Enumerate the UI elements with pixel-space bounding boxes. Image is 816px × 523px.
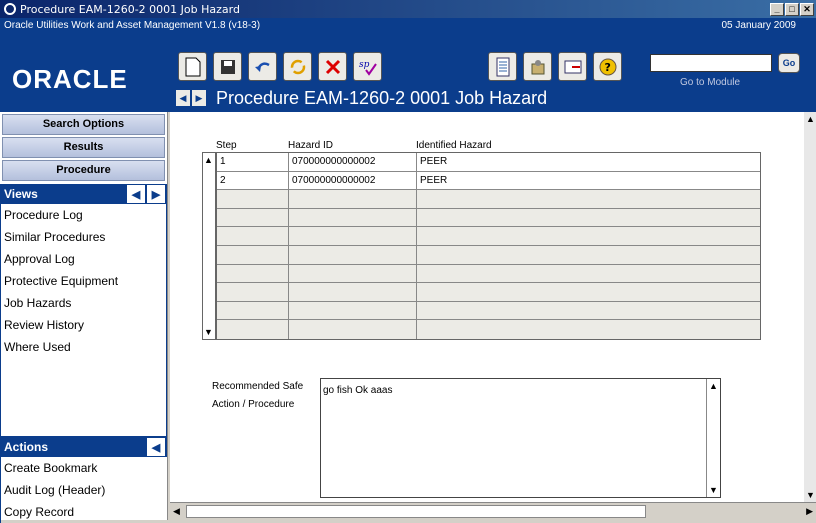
tools-icon[interactable] bbox=[523, 52, 552, 81]
actions-list: Create Bookmark Audit Log (Header) Copy … bbox=[0, 457, 167, 523]
table-row[interactable]: 2 070000000000002 PEER bbox=[217, 171, 760, 191]
page-title: Procedure EAM-1260-2 0001 Job Hazard bbox=[216, 88, 548, 108]
empty-row[interactable] bbox=[217, 190, 760, 209]
help-icon[interactable]: ? bbox=[593, 52, 622, 81]
scroll-down-icon[interactable]: ▼ bbox=[806, 490, 815, 500]
delete-icon[interactable] bbox=[318, 52, 347, 81]
main-vertical-scrollbar[interactable]: ▲ ▼ bbox=[804, 112, 816, 502]
grid-scrollbar[interactable]: ▲ ▼ bbox=[202, 152, 216, 340]
report-icon[interactable] bbox=[488, 52, 517, 81]
goto-module-input[interactable] bbox=[650, 54, 772, 72]
scroll-down-icon[interactable]: ▼ bbox=[204, 327, 213, 337]
view-approval-log[interactable]: Approval Log bbox=[1, 248, 166, 270]
empty-row[interactable] bbox=[217, 245, 760, 265]
hazard-id-cell[interactable]: 070000000000002 bbox=[289, 153, 417, 171]
table-row[interactable]: 1 070000000000002 PEER bbox=[217, 153, 760, 172]
action-create-bookmark[interactable]: Create Bookmark bbox=[1, 457, 167, 479]
views-label: Views bbox=[4, 187, 38, 201]
view-review-history[interactable]: Review History bbox=[1, 314, 166, 336]
identified-hazard-cell[interactable]: PEER bbox=[417, 153, 760, 171]
view-similar-procedures[interactable]: Similar Procedures bbox=[1, 226, 166, 248]
empty-row[interactable] bbox=[217, 208, 760, 228]
app-icon bbox=[4, 3, 16, 15]
next-record-icon[interactable]: ▶ bbox=[192, 90, 206, 106]
step-cell[interactable]: 2 bbox=[217, 171, 289, 190]
empty-row[interactable] bbox=[217, 283, 760, 302]
collapse-actions-icon[interactable]: ◀ bbox=[147, 438, 165, 456]
search-options-button[interactable]: Search Options bbox=[2, 114, 165, 135]
col-header-step: Step bbox=[216, 140, 237, 151]
scroll-up-icon[interactable]: ▲ bbox=[806, 114, 815, 124]
window-titlebar: Procedure EAM-1260-2 0001 Job Hazard _ □… bbox=[0, 0, 816, 18]
views-prev-icon[interactable]: ◀ bbox=[127, 185, 145, 203]
views-header: Views ◀ ▶ bbox=[0, 184, 167, 204]
view-procedure-log[interactable]: Procedure Log bbox=[1, 204, 166, 226]
actions-header: Actions ◀ bbox=[0, 437, 167, 457]
recommended-action-label: Recommended Safe Action / Procedure bbox=[212, 381, 304, 410]
scroll-right-icon[interactable]: ▶ bbox=[806, 506, 813, 517]
recommended-action-textarea[interactable]: go fish Ok aaas ▲ ▼ bbox=[320, 378, 721, 498]
hazard-id-cell[interactable]: 070000000000002 bbox=[289, 171, 417, 190]
results-button[interactable]: Results bbox=[2, 137, 165, 158]
empty-row[interactable] bbox=[217, 264, 760, 284]
step-cell[interactable]: 1 bbox=[217, 153, 289, 171]
go-button[interactable]: Go bbox=[778, 53, 800, 73]
views-list: Procedure Log Similar Procedures Approva… bbox=[0, 204, 167, 437]
action-audit-log[interactable]: Audit Log (Header) bbox=[1, 479, 167, 501]
hazard-grid: 1 070000000000002 PEER 2 070000000000002… bbox=[216, 152, 761, 340]
maximize-button[interactable]: □ bbox=[785, 2, 799, 16]
save-icon[interactable] bbox=[213, 52, 242, 81]
svg-text:sp: sp bbox=[359, 60, 370, 70]
minimize-button[interactable]: _ bbox=[770, 2, 784, 16]
col-header-identified-hazard: Identified Hazard bbox=[416, 140, 492, 151]
empty-row[interactable] bbox=[217, 227, 760, 246]
header: ORACLE sp ? Go Go to Module ◀ ▶ Procedur… bbox=[0, 44, 816, 112]
identified-hazard-cell[interactable]: PEER bbox=[417, 172, 760, 190]
scroll-up-icon[interactable]: ▲ bbox=[204, 155, 213, 165]
empty-row[interactable] bbox=[217, 301, 760, 321]
toolbar: sp ? bbox=[178, 52, 628, 81]
main-content: Step Hazard ID Identified Hazard ▲ ▼ 1 0… bbox=[170, 112, 804, 502]
scroll-up-icon[interactable]: ▲ bbox=[709, 381, 718, 391]
empty-row[interactable] bbox=[217, 320, 760, 339]
view-protective-equipment[interactable]: Protective Equipment bbox=[1, 270, 166, 292]
refresh-icon[interactable] bbox=[283, 52, 312, 81]
window-title: Procedure EAM-1260-2 0001 Job Hazard bbox=[20, 2, 240, 16]
scroll-left-icon[interactable]: ◀ bbox=[173, 506, 180, 517]
view-where-used[interactable]: Where Used bbox=[1, 336, 166, 358]
svg-text:?: ? bbox=[604, 61, 610, 74]
main-horizontal-scrollbar[interactable]: ◀ ▶ bbox=[170, 502, 816, 520]
actions-label: Actions bbox=[4, 440, 49, 454]
view-job-hazards[interactable]: Job Hazards bbox=[1, 292, 166, 314]
current-date: 05 January 2009 bbox=[721, 20, 796, 31]
sidebar: Search Options Results Procedure Views ◀… bbox=[0, 112, 168, 523]
col-header-hazard-id: Hazard ID bbox=[288, 140, 334, 151]
mail-icon[interactable] bbox=[558, 52, 587, 81]
app-name: Oracle Utilities Work and Asset Manageme… bbox=[4, 20, 261, 31]
procedure-button[interactable]: Procedure bbox=[2, 160, 165, 181]
app-info-bar: Oracle Utilities Work and Asset Manageme… bbox=[0, 18, 816, 44]
goto-module-label: Go to Module bbox=[680, 77, 741, 88]
previous-record-icon[interactable]: ◀ bbox=[176, 90, 190, 106]
undo-icon[interactable] bbox=[248, 52, 277, 81]
scrollbar-thumb[interactable] bbox=[186, 505, 646, 518]
scroll-down-icon[interactable]: ▼ bbox=[709, 485, 718, 495]
spell-check-icon[interactable]: sp bbox=[353, 52, 382, 81]
views-next-icon[interactable]: ▶ bbox=[147, 185, 165, 203]
textarea-scrollbar[interactable]: ▲ ▼ bbox=[706, 379, 720, 497]
new-icon[interactable] bbox=[178, 52, 207, 81]
oracle-logo: ORACLE bbox=[12, 64, 128, 94]
close-button[interactable]: ✕ bbox=[800, 2, 814, 16]
